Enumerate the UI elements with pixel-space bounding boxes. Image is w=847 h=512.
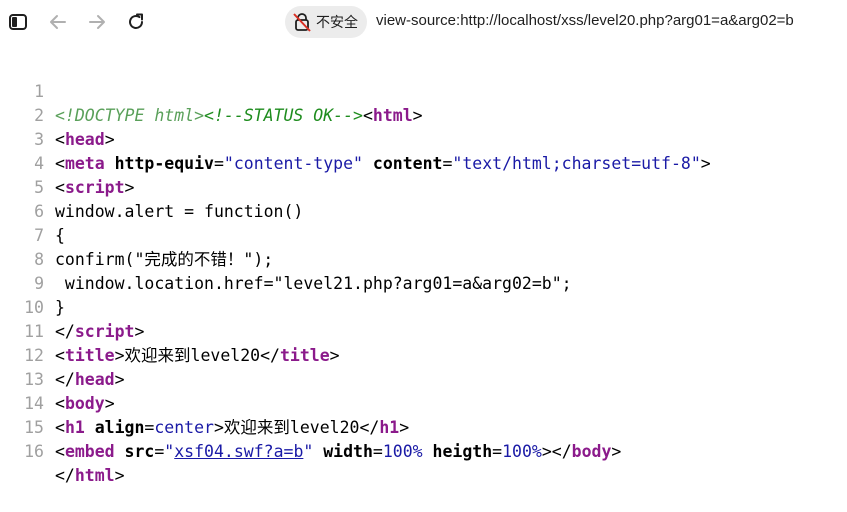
source-line: 7 confirm("完成的不错！"); — [0, 200, 847, 269]
attr-name: width — [323, 442, 373, 461]
equals: = — [154, 442, 165, 461]
attr-name: heigth — [432, 442, 493, 461]
source-line: 2 <head> — [0, 80, 847, 149]
source-line: 11 <title>欢迎来到level20</title> — [0, 296, 847, 365]
source-line: 6 { — [0, 176, 847, 245]
tag-open: </ — [55, 466, 75, 485]
tag-name: embed — [64, 442, 115, 461]
security-label: 不安全 — [316, 14, 358, 30]
tag-close: > — [541, 442, 552, 461]
tag-name: body — [571, 442, 612, 461]
page-source-view: 1 <!DOCTYPE html><!--STATUS OK--><html> … — [0, 56, 847, 485]
tag-close: > — [114, 466, 125, 485]
tag-open: < — [55, 442, 65, 461]
source-line: 12 </head> — [0, 320, 847, 389]
equals: = — [492, 442, 503, 461]
source-code: </html> — [55, 464, 125, 488]
sidebar-toggle-icon[interactable] — [6, 10, 30, 34]
attr-name: src — [124, 442, 155, 461]
source-line: 14 <h1 align=center>欢迎来到level20</h1> — [0, 368, 847, 437]
not-secure-lock-icon — [293, 12, 311, 32]
line-number: 16 — [24, 442, 44, 461]
security-indicator[interactable]: 不安全 — [285, 6, 367, 38]
quote: " — [303, 442, 314, 461]
source-line: 13 <body> — [0, 344, 847, 413]
source-line: 16 </html> — [0, 416, 847, 485]
source-line: 5 window.alert = function() — [0, 152, 847, 221]
source-link[interactable]: xsf04.swf?a=b — [174, 442, 303, 461]
reload-icon[interactable] — [124, 10, 148, 34]
source-line: 3 <meta http-equiv="content-type" conten… — [0, 104, 847, 173]
forward-arrow-icon[interactable] — [85, 10, 109, 34]
tag-close: > — [611, 442, 622, 461]
source-line: 1 <!DOCTYPE html><!--STATUS OK--><html> — [0, 56, 847, 125]
back-arrow-icon[interactable] — [46, 10, 70, 34]
source-line: 10 </script> — [0, 272, 847, 341]
address-bar[interactable]: view-source:http://localhost/xss/level20… — [376, 12, 794, 29]
tag-open: </ — [551, 442, 572, 461]
source-line: 8 window.location.href="level21.php?arg0… — [0, 224, 847, 293]
tag-name: html — [74, 466, 115, 485]
source-line: 15 <embed src="xsf04.swf?a=b" width=100%… — [0, 392, 847, 461]
source-line: 4 <script> — [0, 128, 847, 197]
equals: = — [372, 442, 383, 461]
source-line: 9 } — [0, 248, 847, 317]
source-code: <embed src="xsf04.swf?a=b" width=100% he… — [55, 440, 621, 464]
attr-value: 100% — [382, 442, 423, 461]
attr-value: 100% — [502, 442, 542, 461]
browser-toolbar: 不安全 view-source:http://localhost/xss/lev… — [0, 0, 847, 44]
quote: " — [164, 442, 175, 461]
